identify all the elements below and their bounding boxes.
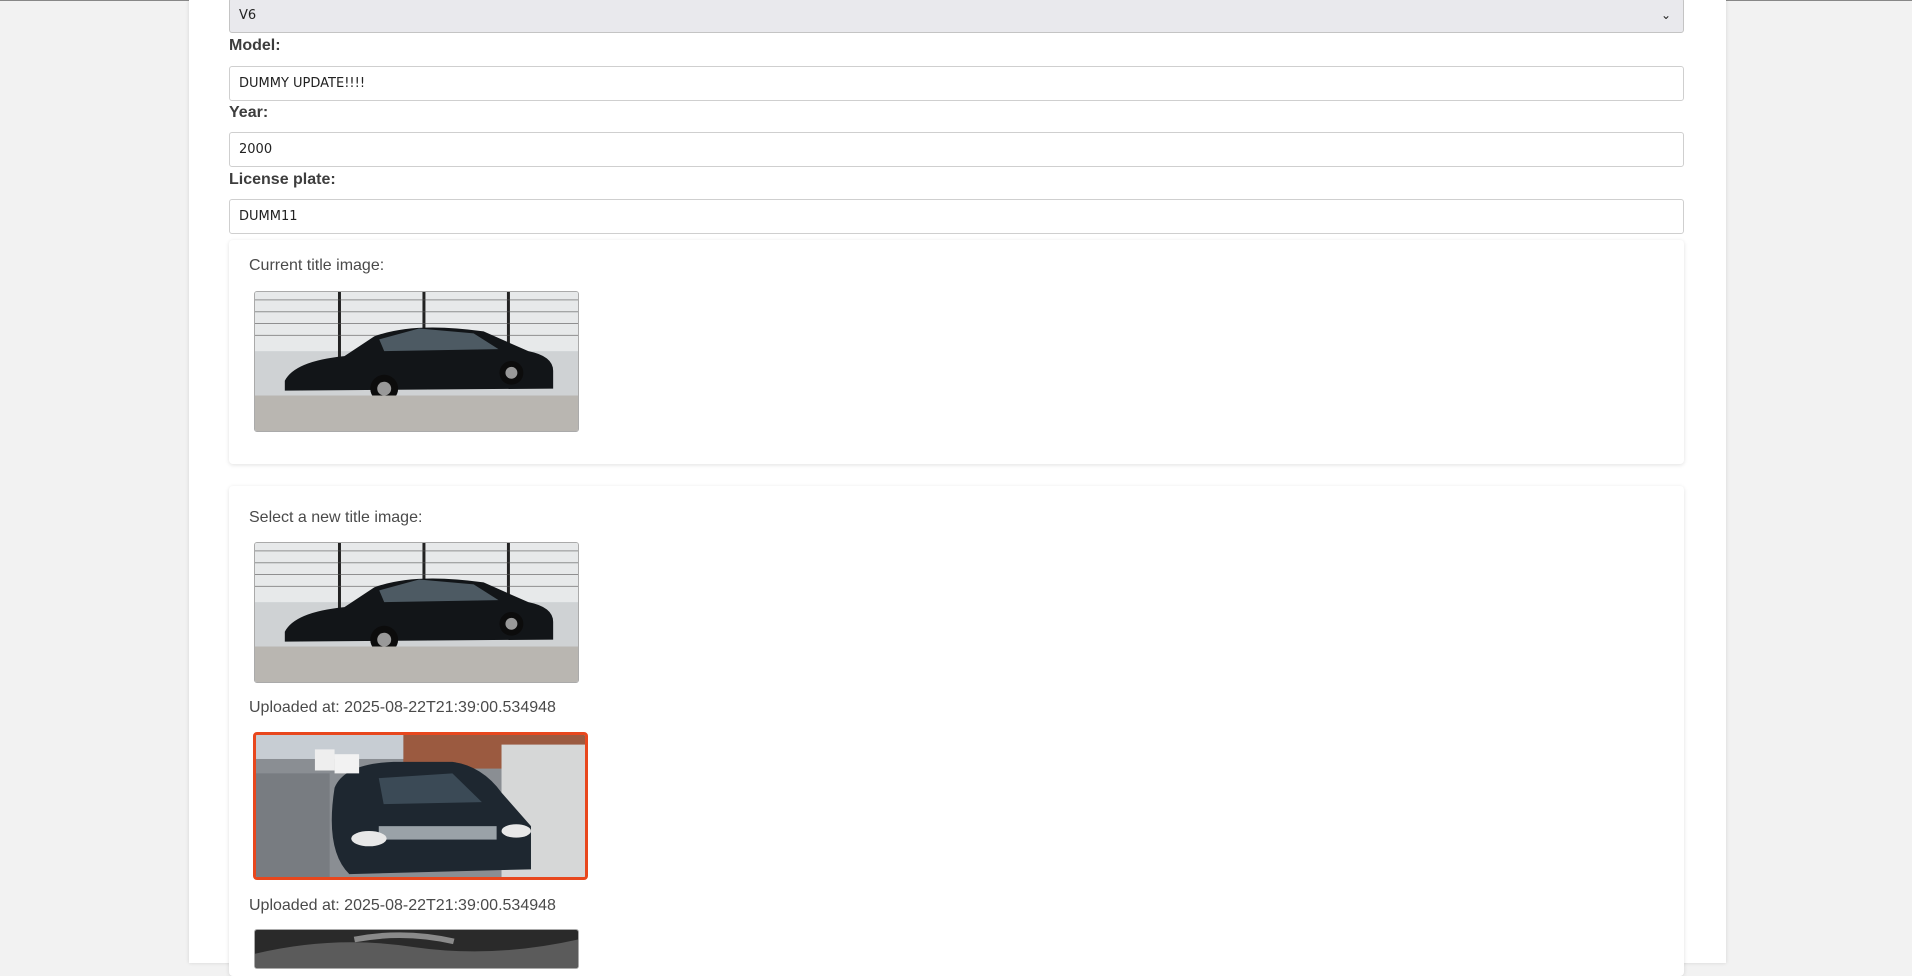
current-image-title: Current title image: [249, 257, 385, 274]
chevron-down-icon: ⌄ [1660, 8, 1671, 22]
engine-select[interactable]: V6 ⌄ [229, 0, 1684, 33]
gallery-image-3[interactable] [254, 929, 579, 969]
gallery-title: Select a new title image: [249, 509, 423, 526]
year-label: Year: [229, 104, 269, 121]
current-image-card: Current title image: [229, 240, 1684, 464]
engine-select-value: V6 [239, 8, 257, 23]
model-label: Model: [229, 37, 281, 54]
license-plate-label: License plate: [229, 171, 336, 188]
gallery-image-1[interactable] [254, 542, 579, 683]
gallery-caption-1: Uploaded at: 2025-08-22T21:39:00.534948 [249, 699, 556, 716]
model-input[interactable]: DUMMY UPDATE!!!! [229, 66, 1684, 101]
year-input[interactable]: 2000 [229, 132, 1684, 167]
license-plate-input[interactable]: DUMM11 [229, 199, 1684, 234]
current-title-image [254, 291, 579, 432]
gallery-caption-2: Uploaded at: 2025-08-22T21:39:00.534948 [249, 897, 556, 914]
gallery-image-2-selected[interactable] [253, 732, 588, 880]
